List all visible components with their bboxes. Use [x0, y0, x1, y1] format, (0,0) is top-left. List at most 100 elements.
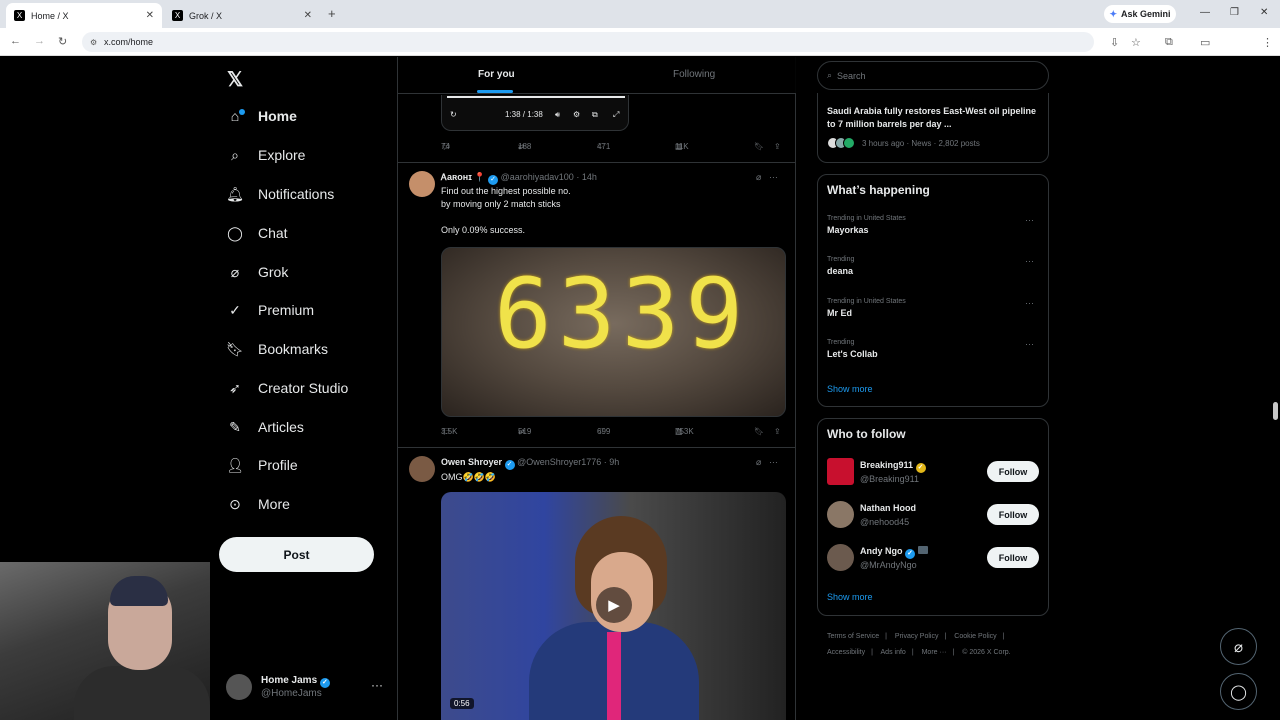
nav-more[interactable]: ⊙ More [226, 492, 290, 516]
footer-link[interactable]: Privacy Policy [895, 633, 939, 640]
more-icon[interactable]: ··· [1025, 339, 1034, 349]
nav-creator-studio[interactable]: ➶ Creator Studio [226, 376, 348, 400]
restore-icon[interactable]: ❐ [1230, 7, 1239, 18]
footer-link[interactable]: Ads info [881, 649, 906, 656]
footer-link[interactable]: Accessibility [827, 649, 865, 656]
tweet-video[interactable]: ▶ 0:56 [441, 492, 786, 720]
fullscreen-icon[interactable]: ⤢ [613, 110, 619, 120]
nav-notifications[interactable]: 🔔︎ Notifications [226, 182, 334, 206]
browser-tab-grok[interactable]: X Grok / X ✕ [164, 3, 320, 28]
tweet-time[interactable]: 9h [609, 457, 619, 467]
news-avatars [827, 137, 855, 149]
author-name[interactable]: Owen Shroyer [441, 457, 502, 467]
bookmark-icon[interactable]: 🔖︎ [754, 427, 764, 436]
grok-icon[interactable]: ⌀ [756, 172, 761, 182]
menu-kebab-icon[interactable]: ⋮ [1262, 36, 1273, 49]
x-favicon-icon: X [172, 10, 183, 21]
suggestion-handle: @nehood45 [860, 517, 910, 527]
play-icon[interactable]: ▶ [596, 587, 632, 623]
nav-home[interactable]: ⌂ Home [226, 104, 297, 128]
tweet-time[interactable]: 14h [582, 172, 597, 182]
follow-suggestion[interactable]: Breaking911 ✓ @Breaking911 Follow [827, 458, 1039, 488]
trend-item[interactable]: Trending in United States Mayorkas ··· [827, 215, 1039, 235]
trend-item[interactable]: Trending deana ··· [827, 256, 1039, 276]
active-tab-indicator [477, 90, 513, 93]
footer-link[interactable]: Terms of Service [827, 633, 879, 640]
tab-for-you[interactable]: For you [478, 69, 515, 80]
post-button[interactable]: Post [219, 537, 374, 572]
page-scrollbar[interactable] [1271, 57, 1280, 720]
share-icon[interactable]: ⇪ [774, 427, 781, 436]
video-progress-bar[interactable] [447, 96, 625, 98]
more-icon[interactable]: ··· [1025, 298, 1034, 308]
avatar[interactable] [409, 456, 435, 482]
tweet-image[interactable]: 6339 [441, 247, 786, 417]
side-panel-icon[interactable]: ▭ [1200, 36, 1210, 49]
address-bar[interactable]: ⚙ x.com/home [82, 32, 1094, 52]
follow-suggestion[interactable]: Nathan Hood @nehood45 Follow [827, 501, 1039, 531]
settings-icon[interactable]: ⚙ [573, 110, 580, 119]
more-icon[interactable]: ··· [1025, 215, 1034, 225]
grok-icon[interactable]: ⌀ [756, 457, 761, 467]
tweet-tools: ⌀ ··· [756, 457, 778, 468]
replay-icon[interactable]: ↻ [450, 110, 457, 119]
nav-explore[interactable]: ⌕ Explore [226, 143, 305, 167]
forward-icon[interactable]: → [34, 35, 45, 47]
nav-articles[interactable]: ✎ Articles [226, 415, 304, 439]
install-app-icon[interactable]: ⇩ [1110, 36, 1119, 49]
nav-premium[interactable]: ✓ Premium [226, 298, 314, 322]
scrollbar-thumb[interactable] [1273, 402, 1278, 420]
reload-icon[interactable]: ↻ [58, 35, 67, 48]
volume-icon[interactable]: 🔊︎ [555, 110, 560, 120]
close-tab-icon[interactable]: ✕ [304, 10, 312, 21]
bookmark-star-icon[interactable]: ☆ [1131, 36, 1141, 49]
picture-in-picture-icon[interactable]: ⧉ [592, 110, 598, 120]
more-icon[interactable]: ··· [1025, 256, 1034, 266]
more-icon[interactable]: ··· [769, 457, 778, 467]
author-name[interactable]: Ꭺaʀoнɪ 📍 [441, 172, 486, 182]
close-tab-icon[interactable]: ✕ [146, 10, 154, 21]
nav-chat[interactable]: ◯ Chat [226, 221, 287, 245]
more-icon: ⊙ [229, 495, 241, 512]
new-tab-icon[interactable]: + [328, 6, 336, 21]
x-logo-icon[interactable]: 𝕏 [227, 67, 243, 92]
author-handle[interactable]: @aarohiyadav100 [501, 172, 574, 182]
share-icon[interactable]: ⇪ [774, 142, 781, 151]
chat-fab-icon[interactable]: ◯ [1220, 673, 1257, 710]
nav-bookmarks[interactable]: 🔖︎ Bookmarks [226, 337, 328, 361]
account-more-icon[interactable]: ··· [371, 678, 383, 692]
verified-badge-icon: ✓ [915, 463, 926, 473]
bell-icon: 🔔︎ [226, 185, 244, 202]
person-icon: 👤︎ [226, 456, 244, 473]
follow-suggestion[interactable]: Andy Ngo ✓ @MrAndyNgo Follow [827, 544, 1039, 574]
nav-grok[interactable]: ⌀ Grok [226, 260, 289, 284]
show-more-link[interactable]: Show more [827, 592, 873, 602]
nav-profile[interactable]: 👤︎ Profile [226, 453, 298, 477]
avatar[interactable] [409, 171, 435, 197]
browser-tab-home[interactable]: X Home / X ✕ [6, 3, 162, 28]
show-more-link[interactable]: Show more [827, 384, 873, 394]
search-input[interactable]: ⌕ Search [817, 61, 1049, 90]
trend-item[interactable]: Trending Let's Collab ··· [827, 339, 1039, 359]
follow-button[interactable]: Follow [987, 461, 1039, 482]
author-handle[interactable]: @OwenShroyer1776 [517, 457, 601, 467]
extensions-icon[interactable]: ⧉ [1165, 36, 1173, 49]
news-title[interactable]: Saudi Arabia fully restores East-West oi… [827, 105, 1042, 131]
grok-fab-icon[interactable]: ⌀ [1220, 628, 1257, 665]
follow-button[interactable]: Follow [987, 547, 1039, 568]
ask-gemini-button[interactable]: ✦ Ask Gemini [1104, 5, 1176, 23]
bookmark-icon[interactable]: 🔖︎ [754, 142, 764, 151]
account-switcher[interactable]: Home Jams ✓ @HomeJams ··· [226, 674, 383, 700]
back-icon[interactable]: ← [10, 35, 21, 47]
footer-link[interactable]: Cookie Policy [954, 633, 996, 640]
minimize-icon[interactable]: — [1200, 7, 1210, 18]
site-info-icon[interactable]: ⚙ [90, 38, 97, 47]
tab-following[interactable]: Following [673, 69, 715, 80]
avatar [226, 674, 252, 700]
close-window-icon[interactable]: ✕ [1260, 7, 1268, 18]
trend-item[interactable]: Trending in United States Mr Ed ··· [827, 298, 1039, 318]
affiliate-badge-icon [917, 546, 928, 554]
follow-button[interactable]: Follow [987, 504, 1039, 525]
footer-link[interactable]: More ··· [922, 649, 947, 656]
more-icon[interactable]: ··· [769, 172, 778, 182]
